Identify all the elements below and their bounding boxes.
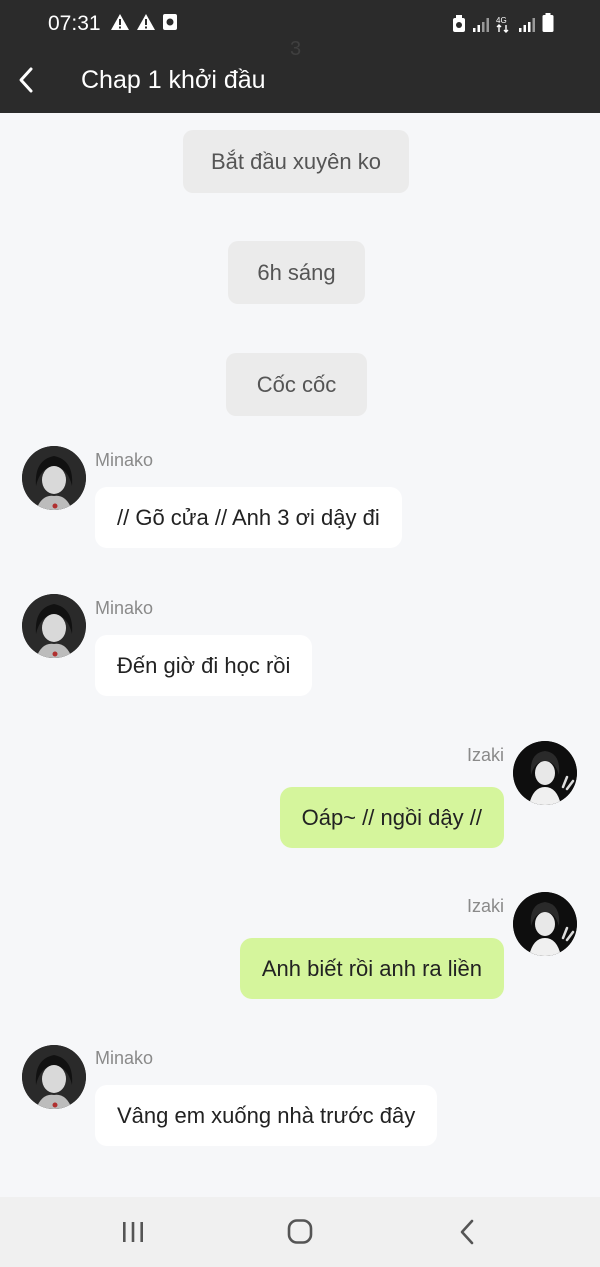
home-icon[interactable] <box>280 1215 320 1249</box>
4g-icon: 4G <box>496 16 509 33</box>
message-bubble[interactable]: Vâng em xuống nhà trước đây <box>95 1085 438 1146</box>
notice-pill: Bắt đầu xuyên ko <box>183 130 409 193</box>
notice-pill: Cốc cốc <box>226 353 367 416</box>
message-bubble[interactable]: Oáp~ // ngồi dậy // <box>279 787 504 848</box>
chat-header: Chap 1 khởi đầu <box>0 48 600 113</box>
avatar[interactable] <box>513 892 577 956</box>
back-icon[interactable] <box>448 1215 488 1249</box>
sender-name: Minako <box>95 1048 154 1068</box>
chat-area[interactable]: Bắt đầu xuyên ko 6h sáng Cốc cốc Minako … <box>0 113 600 1197</box>
avatar[interactable] <box>22 446 86 510</box>
status-bar: 07:31 3 4G <box>0 0 600 60</box>
message-bubble[interactable]: Đến giờ đi học rồi <box>95 635 313 696</box>
status-right-icons: 4G <box>452 13 554 33</box>
svg-text:4G: 4G <box>496 16 507 25</box>
status-time: 07:31 <box>48 12 101 35</box>
signal-icon <box>473 18 489 32</box>
top-bar: 07:31 3 4G Chap 1 khởi đầu <box>0 0 600 113</box>
chevron-left-icon[interactable] <box>12 64 40 96</box>
navigation-bar <box>0 1197 600 1267</box>
warning-icon <box>111 14 129 30</box>
avatar[interactable] <box>22 1045 86 1109</box>
chat-title: Chap 1 khởi đầu <box>81 66 266 94</box>
signal-icon <box>519 18 535 32</box>
battery-icon <box>542 13 554 32</box>
avatar[interactable] <box>513 741 577 805</box>
message-bubble[interactable]: // Gõ cửa // Anh 3 ơi dậy đi <box>95 487 402 548</box>
avatar[interactable] <box>22 594 86 658</box>
screen-record-icon <box>163 14 177 30</box>
message-bubble[interactable]: Anh biết rồi anh ra liền <box>239 938 504 999</box>
warning-icon <box>137 14 155 30</box>
battery-saver-icon <box>453 15 465 32</box>
sender-name: Minako <box>95 598 154 618</box>
recent-apps-icon[interactable] <box>113 1215 153 1249</box>
sender-name: Izaki <box>466 896 504 916</box>
status-left-icons <box>110 13 178 31</box>
sender-name: Izaki <box>466 745 504 765</box>
sender-name: Minako <box>95 450 154 470</box>
notice-pill: 6h sáng <box>228 241 365 304</box>
